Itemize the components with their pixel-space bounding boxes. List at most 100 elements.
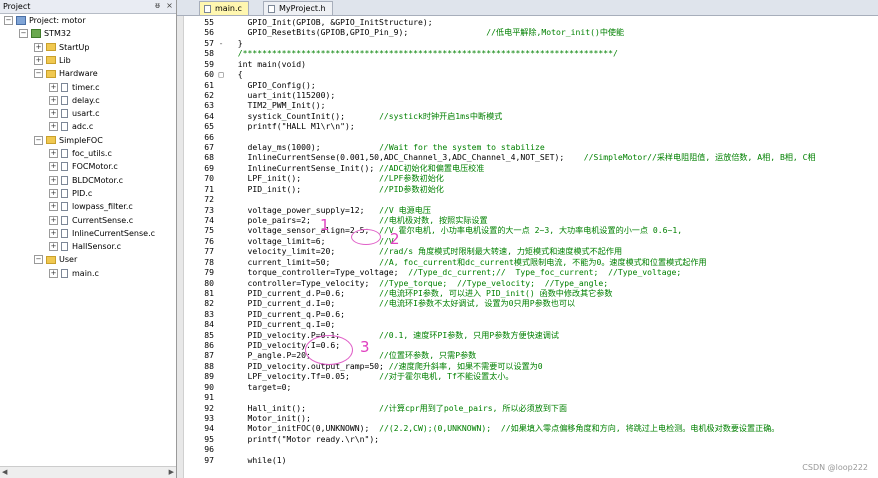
code-line[interactable]: 59 int main(void) [184,59,306,69]
tree-item[interactable]: − STM32 [19,27,71,40]
code-line[interactable]: 81 PID_current_d.P=0.6; //电流环PI参数, 可以进入 … [184,288,612,298]
expand-toggle-icon[interactable]: + [49,82,58,92]
horizontal-scrollbar[interactable]: ◀ ▶ [0,466,176,478]
code-line[interactable]: 97 while(1) [184,455,286,465]
tree-item[interactable]: + usart.c [49,107,100,120]
line-number: 79 [204,267,214,278]
code-line[interactable]: 58 /************************************… [184,48,618,58]
tree-item[interactable]: + delay.c [49,94,100,107]
tree-item[interactable]: + BLDCMotor.c [49,174,123,187]
code-line[interactable]: 60 □ { [184,69,242,79]
pin-icon[interactable]: ᵿ [153,1,162,10]
code-line[interactable]: 83 PID_current_q.P=0.6; [184,309,345,319]
code-line[interactable]: 70 LPF_init(); //LPF参数初始化 [184,173,444,183]
code-line[interactable]: 91 [184,392,228,402]
code-line[interactable]: 73 voltage_power_supply=12; //V 电源电压 [184,205,431,215]
expand-toggle-icon[interactable]: − [34,255,43,265]
code-line[interactable]: 92 Hall_init(); //计算cpr用到了pole_pairs, 所以… [184,403,567,413]
expand-toggle-icon[interactable]: + [49,188,58,198]
code-line[interactable]: 85 PID_velocity.P=0.1; //0.1, 速度环PI参数, 只… [184,330,559,340]
code-line[interactable]: 74 pole_pairs=2; //电机极对数, 按照实际设置 [184,215,487,225]
expand-toggle-icon[interactable]: + [49,109,58,119]
tree-item-label: User [59,255,78,265]
expand-toggle-icon[interactable]: − [34,69,43,79]
code-line[interactable]: 82 PID_current_d.I=0; //电流环I参数不太好调试, 设置为… [184,298,575,308]
code-line[interactable]: 84 PID_current_q.I=0; [184,319,335,329]
code-line[interactable]: 88 PID_velocity.output_ramp=50; //速度爬升斜率… [184,361,542,371]
expand-toggle-icon[interactable]: + [49,202,58,212]
tree-item[interactable]: + HallSensor.c [49,240,121,253]
tree-item[interactable]: + lowpass_filter.c [49,200,133,213]
tree-item[interactable]: + main.c [49,267,99,280]
tree-item[interactable]: + Lib [34,54,71,67]
expand-toggle-icon[interactable]: − [34,135,43,145]
code-line[interactable]: 93 Motor_init(); [184,413,311,423]
scroll-right-icon[interactable]: ▶ [169,468,174,476]
expand-toggle-icon[interactable]: + [49,228,58,238]
expand-toggle-icon[interactable]: + [34,55,43,65]
code-line[interactable]: 80 controller=Type_velocity; //Type_torq… [184,278,608,288]
tree-item[interactable]: + CurrentSense.c [49,214,133,227]
project-panel-title: Project [3,2,31,11]
line-number: 58 [204,48,214,59]
close-icon[interactable]: × [165,1,174,10]
code-line[interactable]: 56 GPIO_ResetBits(GPIOB,GPIO_Pin_9); //低… [184,27,624,37]
tree-item[interactable]: + PID.c [49,187,92,200]
code-line[interactable]: 71 PID_init(); //PID参数初始化 [184,184,444,194]
code-line[interactable]: 90 target=0; [184,382,291,392]
code-line[interactable]: 89 LPF_velocity.Tf=0.05; //对于霍尔电机, Tf不能设… [184,371,513,381]
fold-marker-icon[interactable]: - [214,38,228,48]
expand-toggle-icon[interactable]: + [49,149,58,158]
tree-item[interactable]: + InlineCurrentSense.c [49,227,155,240]
code-line[interactable]: 67 delay_ms(1000); //Wait for the system… [184,142,545,152]
tree-item[interactable]: + adc.c [49,120,93,133]
expand-toggle-icon[interactable]: + [49,122,58,132]
code-line[interactable]: 68 InlineCurrentSense(0.001,50,ADC_Chann… [184,152,815,162]
code-text: LPF_init(); [228,173,302,184]
tab-main-c[interactable]: main.c [199,1,249,15]
code-line[interactable]: 57- } [184,37,242,48]
code-text: Hall_init(); [228,402,306,413]
code-line[interactable]: 55 GPIO_Init(GPIOB, &GPIO_InitStructure)… [184,17,432,27]
code-line[interactable]: 65 printf("HALL M1\r\n"); [184,121,354,131]
code-line[interactable]: 64 systick_CountInit(); //systick时钟开启1ms… [184,111,502,121]
tab-myproject-h[interactable]: MyProject.h [263,1,333,15]
tree-item[interactable]: − SimpleFOC [34,134,103,147]
expand-toggle-icon[interactable]: + [49,95,58,105]
code-line[interactable]: 94 Motor_initFOC(0,UNKNOWN); //(2.2,CW);… [184,423,779,433]
code-line[interactable]: 61 GPIO_Config(); [184,80,315,90]
line-number: 95 [204,433,214,444]
tree-item[interactable]: + FOCMotor.c [49,160,118,173]
code-line[interactable]: 96 [184,444,228,454]
code-line[interactable]: 62 uart_init(115200); [184,90,335,100]
tree-item[interactable]: − User [34,253,77,266]
tree-item-label: timer.c [72,82,100,92]
code-line[interactable]: 78 current_limit=50; //A, foc_current和dc… [184,257,706,267]
code-line[interactable]: 95 printf("Motor ready.\r\n"); [184,434,379,444]
code-line[interactable]: 77 velocity_limit=20; //rad/s 角度模式时限制最大转… [184,246,622,256]
code-line[interactable]: 75 voltage_sensor_align=2.5; //V 霍尔电机, 小… [184,225,682,235]
tree-item[interactable]: + foc_utils.c [49,147,112,160]
code-line[interactable]: 66 [184,132,228,142]
code-line[interactable]: 63 TIM2_PWM_Init(); [184,100,325,110]
expand-toggle-icon[interactable]: − [4,16,13,25]
code-line[interactable]: 79 torque_controller=Type_voltage; //Typ… [184,267,681,277]
expand-toggle-icon[interactable]: + [49,242,58,252]
expand-toggle-icon[interactable]: + [49,162,58,172]
expand-toggle-icon[interactable]: − [19,29,28,39]
expand-toggle-icon[interactable]: + [49,175,58,185]
expand-toggle-icon[interactable]: + [49,215,58,225]
code-area[interactable]: 55 GPIO_Init(GPIOB, &GPIO_InitStructure)… [184,16,878,478]
c-file-icon [61,82,68,92]
tree-item[interactable]: − Hardware [34,67,98,80]
line-number: 57 [204,37,214,48]
tree-item[interactable]: + StartUp [34,41,89,54]
tree-item[interactable]: − Project: motor [4,14,86,27]
expand-toggle-icon[interactable]: + [49,268,58,278]
scroll-left-icon[interactable]: ◀ [2,468,7,476]
code-line[interactable]: 72 [184,194,228,204]
tree-item[interactable]: + timer.c [49,81,100,94]
expand-toggle-icon[interactable]: + [34,42,43,52]
fold-marker-icon[interactable]: □ [214,69,228,79]
code-line[interactable]: 69 InlineCurrentSense_Init(); //ADC初始化和偏… [184,163,484,173]
